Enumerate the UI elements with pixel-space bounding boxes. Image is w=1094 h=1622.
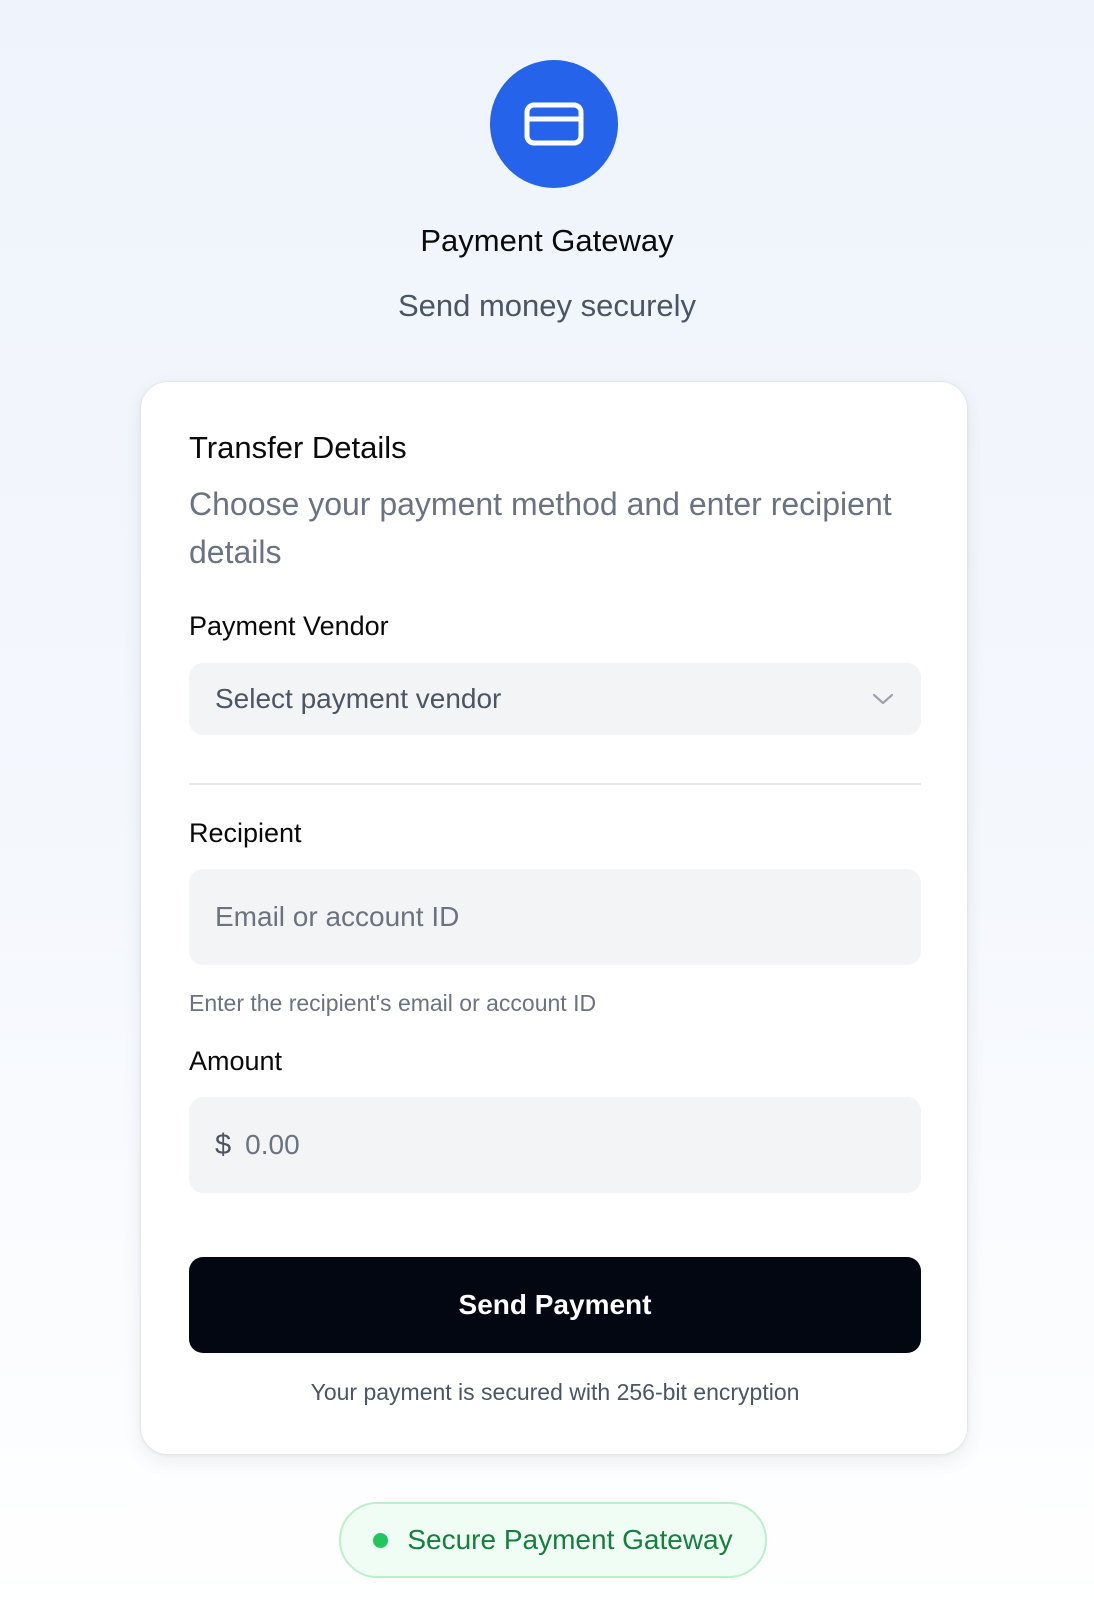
- vendor-select-placeholder: Select payment vendor: [215, 683, 502, 714]
- card-title: Transfer Details: [189, 430, 407, 465]
- amount-input-wrapper[interactable]: $: [189, 1097, 921, 1193]
- recipient-input[interactable]: [215, 901, 895, 933]
- recipient-label: Recipient: [189, 818, 302, 848]
- currency-symbol: $: [215, 1128, 232, 1161]
- badge-label: Secure Payment Gateway: [407, 1524, 733, 1555]
- app-subtitle: Send money securely: [397, 288, 697, 323]
- send-payment-button[interactable]: Send Payment: [189, 1257, 921, 1353]
- app-title: Payment Gateway: [420, 223, 674, 258]
- section-divider: [189, 783, 921, 785]
- logo-badge: [490, 60, 618, 188]
- amount-label: Amount: [189, 1046, 283, 1076]
- status-dot-icon: [373, 1532, 389, 1548]
- transfer-card: Transfer Details Choose your payment met…: [140, 381, 968, 1455]
- recipient-helper-text: Enter the recipient's email or account I…: [189, 990, 597, 1016]
- secure-gateway-badge: Secure Payment Gateway: [339, 1502, 767, 1578]
- vendor-label: Payment Vendor: [189, 611, 389, 641]
- credit-card-icon: [524, 102, 584, 146]
- card-description: Choose your payment method and enter rec…: [189, 486, 892, 570]
- recipient-input-wrapper[interactable]: [189, 869, 921, 965]
- chevron-down-icon: [871, 687, 895, 711]
- security-note: Your payment is secured with 256-bit enc…: [310, 1379, 800, 1405]
- amount-input[interactable]: [245, 1129, 895, 1161]
- vendor-select[interactable]: Select payment vendor: [189, 663, 921, 735]
